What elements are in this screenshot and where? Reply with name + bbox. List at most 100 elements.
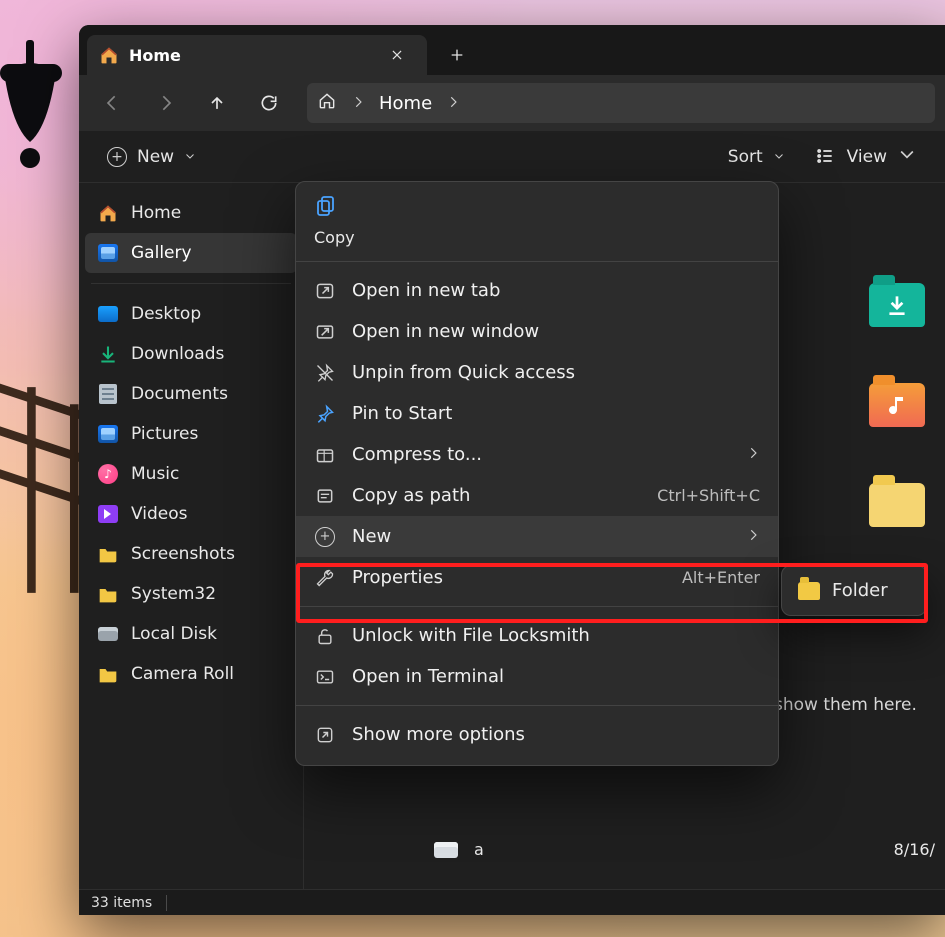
open-window-icon — [314, 322, 336, 342]
sidebar-item-documents[interactable]: Documents — [85, 374, 297, 414]
breadcrumb-location[interactable]: Home — [379, 93, 432, 114]
sidebar-item-gallery[interactable]: Gallery — [85, 233, 297, 273]
chevron-down-icon — [897, 144, 917, 169]
music-icon: ♪ — [97, 463, 119, 485]
sidebar-item-label: Music — [131, 464, 179, 484]
toolbar-sort-label: Sort — [728, 147, 763, 167]
plus-circle-icon: + — [107, 147, 127, 167]
submenu-label: Folder — [832, 580, 888, 601]
status-bar: 33 items — [79, 889, 945, 915]
folder-icon — [97, 663, 119, 685]
menu-pin-to-start[interactable]: Pin to Start — [296, 393, 778, 434]
nav-back-button[interactable] — [89, 83, 137, 123]
download-icon — [97, 343, 119, 365]
gallery-icon — [97, 242, 119, 264]
menu-label: Unlock with File Locksmith — [352, 625, 590, 646]
sidebar-item-system32[interactable]: System32 — [85, 574, 297, 614]
menu-label: Show more options — [352, 724, 525, 745]
menu-copy-label: Copy — [314, 228, 760, 247]
folder-tile-music[interactable] — [869, 383, 925, 427]
folder-tile-downloads[interactable] — [869, 283, 925, 327]
view-icon — [815, 146, 837, 168]
sidebar-item-desktop[interactable]: Desktop — [85, 294, 297, 334]
lock-open-icon — [314, 626, 336, 646]
sidebar-item-music[interactable]: ♪ Music — [85, 454, 297, 494]
sidebar-item-screenshots[interactable]: Screenshots — [85, 534, 297, 574]
sidebar-item-label: Desktop — [131, 304, 201, 324]
menu-new[interactable]: +New — [296, 516, 778, 557]
menu-label: Open in new window — [352, 321, 539, 342]
archive-icon — [314, 445, 336, 465]
row-name: a — [474, 840, 484, 859]
sidebar-item-downloads[interactable]: Downloads — [85, 334, 297, 374]
sidebar-item-local-disk[interactable]: Local Disk — [85, 614, 297, 654]
tab-home[interactable]: Home — [87, 35, 427, 75]
sidebar-item-pictures[interactable]: Pictures — [85, 414, 297, 454]
menu-open-new-tab[interactable]: Open in new tab — [296, 270, 778, 311]
menu-open-in-terminal[interactable]: Open in Terminal — [296, 656, 778, 697]
menu-label: New — [352, 526, 391, 547]
chevron-down-icon — [773, 147, 785, 167]
desktop-icon — [97, 303, 119, 325]
submenu-new-folder[interactable]: Folder — [788, 572, 920, 609]
unpin-icon — [314, 363, 336, 383]
sidebar-item-label: Screenshots — [131, 544, 235, 564]
row-date: 8/16/ — [894, 840, 935, 859]
toolbar-new-label: New — [137, 147, 174, 167]
list-row[interactable]: a 8/16/ — [434, 840, 935, 859]
nav-forward-button[interactable] — [141, 83, 189, 123]
menu-label: Open in new tab — [352, 280, 500, 301]
menu-label: Compress to... — [352, 444, 482, 465]
wallpaper-lamp — [0, 40, 80, 200]
sidebar-item-label: Videos — [131, 504, 188, 524]
expand-icon — [314, 725, 336, 745]
toolbar-sort-button[interactable]: Sort — [718, 141, 795, 173]
sidebar-item-label: Home — [131, 203, 181, 223]
context-menu: Copy Open in new tab Open in new window … — [295, 181, 779, 766]
sidebar-item-label: Documents — [131, 384, 228, 404]
chevron-down-icon — [184, 147, 196, 167]
sidebar-item-home[interactable]: Home — [85, 193, 297, 233]
file-explorer-window: Home Home + New Sort — [79, 25, 945, 915]
menu-properties[interactable]: PropertiesAlt+Enter — [296, 557, 778, 598]
content-hint-text: show them here. — [774, 695, 935, 715]
wrench-icon — [314, 568, 336, 588]
sidebar-item-camera-roll[interactable]: Camera Roll — [85, 654, 297, 694]
videos-icon — [97, 503, 119, 525]
separator — [91, 283, 291, 284]
address-bar[interactable]: Home — [307, 83, 935, 123]
menu-show-more-options[interactable]: Show more options — [296, 714, 778, 755]
menu-compress-to[interactable]: Compress to... — [296, 434, 778, 475]
home-icon — [97, 202, 119, 224]
command-bar: + New Sort View — [79, 131, 945, 183]
menu-unpin-quick-access[interactable]: Unpin from Quick access — [296, 352, 778, 393]
document-icon — [97, 383, 119, 405]
tab-close-button[interactable] — [381, 39, 413, 71]
menu-copy-as-path[interactable]: Copy as pathCtrl+Shift+C — [296, 475, 778, 516]
nav-up-button[interactable] — [193, 83, 241, 123]
new-tab-button[interactable] — [437, 35, 477, 75]
menu-label: Copy as path — [352, 485, 470, 506]
sidebar-item-videos[interactable]: Videos — [85, 494, 297, 534]
tab-strip: Home — [79, 25, 945, 75]
menu-open-new-window[interactable]: Open in new window — [296, 311, 778, 352]
chevron-right-icon — [746, 444, 760, 465]
sidebar-item-label: Camera Roll — [131, 664, 234, 684]
menu-label: Properties — [352, 567, 443, 588]
chevron-right-icon[interactable] — [446, 94, 460, 113]
folder-thumbnails — [869, 283, 925, 527]
terminal-icon — [314, 667, 336, 687]
nav-refresh-button[interactable] — [245, 83, 293, 123]
sidebar-item-label: Pictures — [131, 424, 198, 444]
navigation-pane: Home Gallery Desktop Downloads Documents… — [79, 183, 304, 889]
drive-icon — [434, 842, 458, 858]
menu-unlock-file-locksmith[interactable]: Unlock with File Locksmith — [296, 615, 778, 656]
folder-tile-generic[interactable] — [869, 483, 925, 527]
pin-icon — [314, 404, 336, 424]
copy-icon[interactable] — [314, 203, 338, 222]
disk-icon — [97, 623, 119, 645]
toolbar-view-button[interactable]: View — [805, 138, 927, 175]
menu-label: Open in Terminal — [352, 666, 504, 687]
music-note-icon — [869, 383, 925, 427]
toolbar-new-button[interactable]: + New — [97, 141, 206, 173]
